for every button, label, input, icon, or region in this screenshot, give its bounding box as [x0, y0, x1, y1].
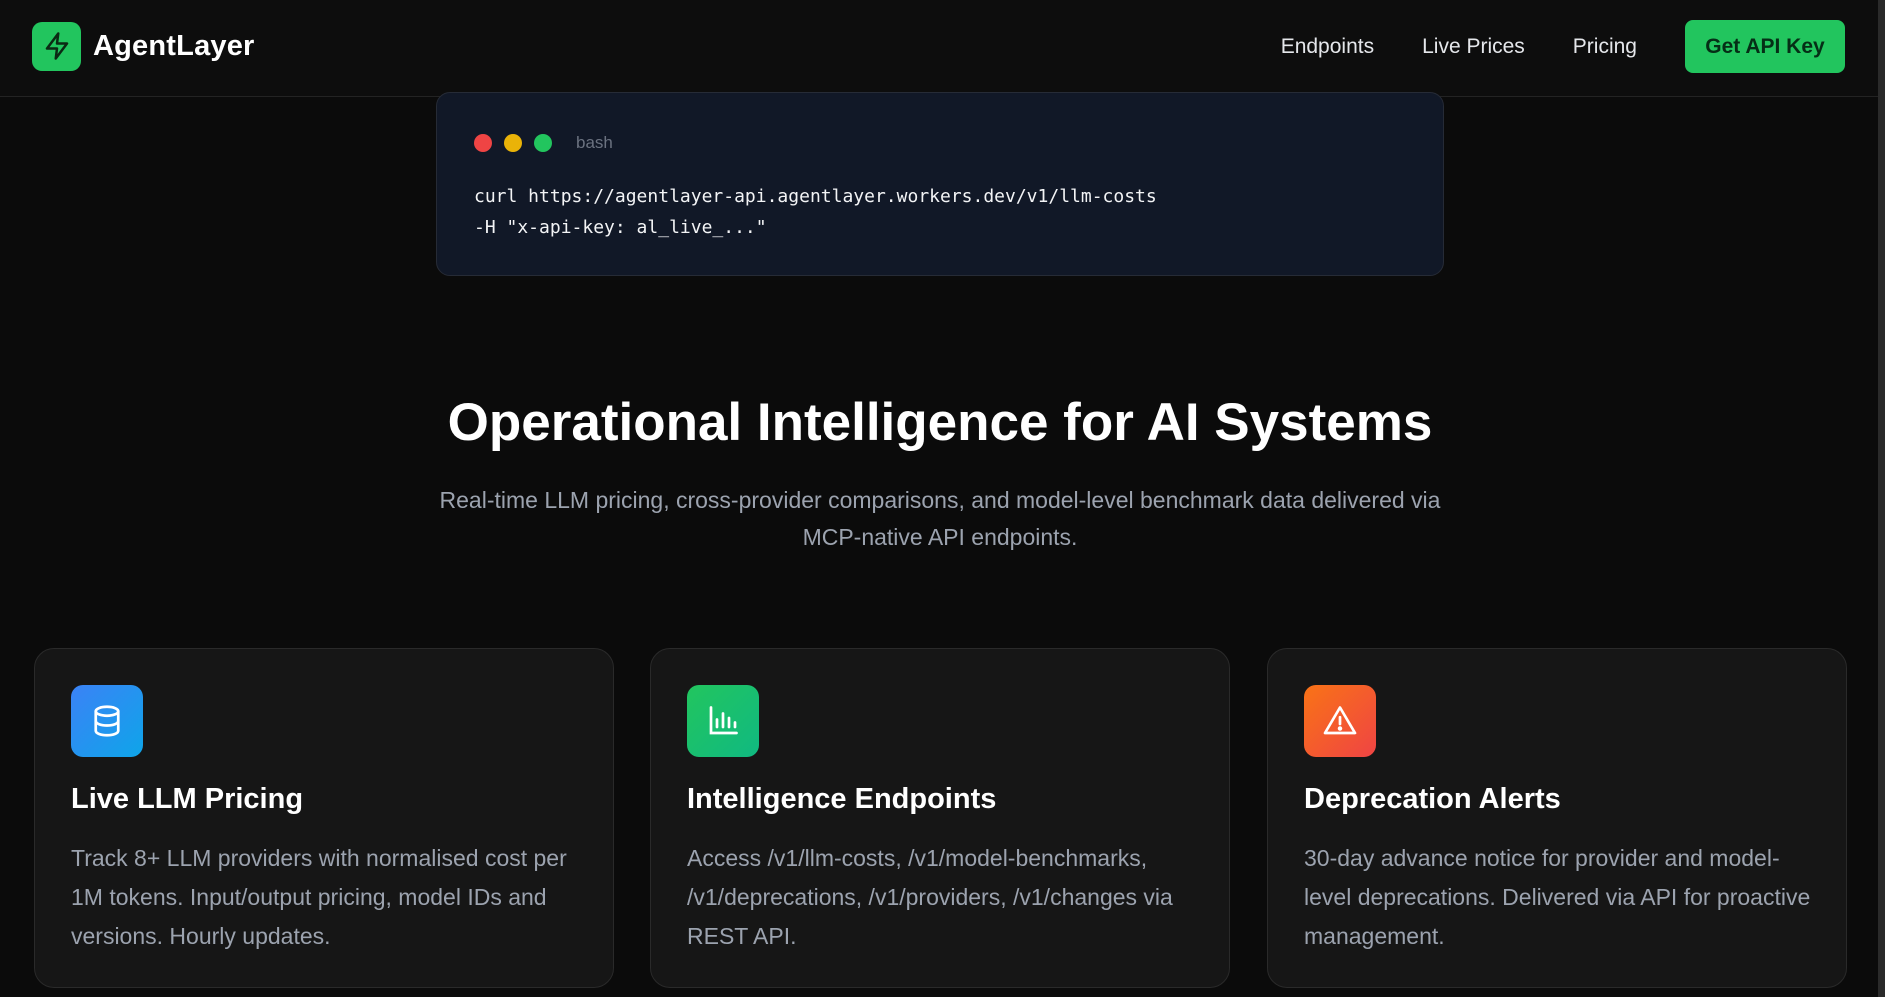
- nav-links: Endpoints Live Prices Pricing Get API Ke…: [1281, 20, 1845, 73]
- terminal-language-label: bash: [576, 133, 613, 152]
- nav-link-live-prices[interactable]: Live Prices: [1422, 35, 1525, 59]
- terminal-title-bar: bash: [474, 133, 613, 153]
- code-terminal: bash curl https://agentlayer-api.agentla…: [436, 92, 1444, 276]
- feature-description: 30-day advance notice for provider and m…: [1304, 845, 1811, 949]
- lightning-bolt-icon: [32, 21, 81, 71]
- close-dot-icon: [474, 134, 492, 152]
- terminal-code: curl https://agentlayer-api.agentlayer.w…: [474, 181, 1157, 243]
- feature-description: Access /v1/llm-costs, /v1/model-benchmar…: [687, 845, 1173, 949]
- feature-card-intelligence-endpoints: Intelligence Endpoints Access /v1/llm-co…: [650, 648, 1230, 988]
- feature-card-live-llm-pricing: Live LLM Pricing Track 8+ LLM providers …: [34, 648, 614, 988]
- top-navbar: AgentLayer Endpoints Live Prices Pricing…: [0, 0, 1885, 97]
- feature-card-deprecation-alerts: Deprecation Alerts 30-day advance notice…: [1267, 648, 1847, 988]
- get-api-key-button[interactable]: Get API Key: [1685, 20, 1845, 73]
- feature-description: Track 8+ LLM providers with normalised c…: [71, 845, 567, 949]
- nav-link-pricing[interactable]: Pricing: [1573, 35, 1637, 59]
- feature-title: Live LLM Pricing: [71, 783, 304, 815]
- brand[interactable]: AgentLayer: [32, 21, 255, 71]
- feature-title: Deprecation Alerts: [1304, 783, 1561, 815]
- feature-title: Intelligence Endpoints: [687, 783, 997, 815]
- minimize-dot-icon: [504, 134, 522, 152]
- bar-chart-icon: [687, 685, 759, 757]
- code-line: curl https://agentlayer-api.agentlayer.w…: [474, 186, 1157, 207]
- section-title: Operational Intelligence for AI Systems: [447, 393, 1433, 452]
- section-subtitle: Real-time LLM pricing, cross-provider co…: [439, 487, 1441, 550]
- maximize-dot-icon: [534, 134, 552, 152]
- page-scrollbar[interactable]: [1878, 0, 1885, 997]
- brand-name: AgentLayer: [93, 29, 255, 62]
- scrollbar-thumb[interactable]: [1878, 0, 1885, 997]
- warning-triangle-icon: [1304, 685, 1376, 757]
- code-line: -H "x-api-key: al_live_...": [474, 217, 767, 238]
- nav-link-endpoints[interactable]: Endpoints: [1281, 35, 1374, 59]
- database-icon: [71, 685, 143, 757]
